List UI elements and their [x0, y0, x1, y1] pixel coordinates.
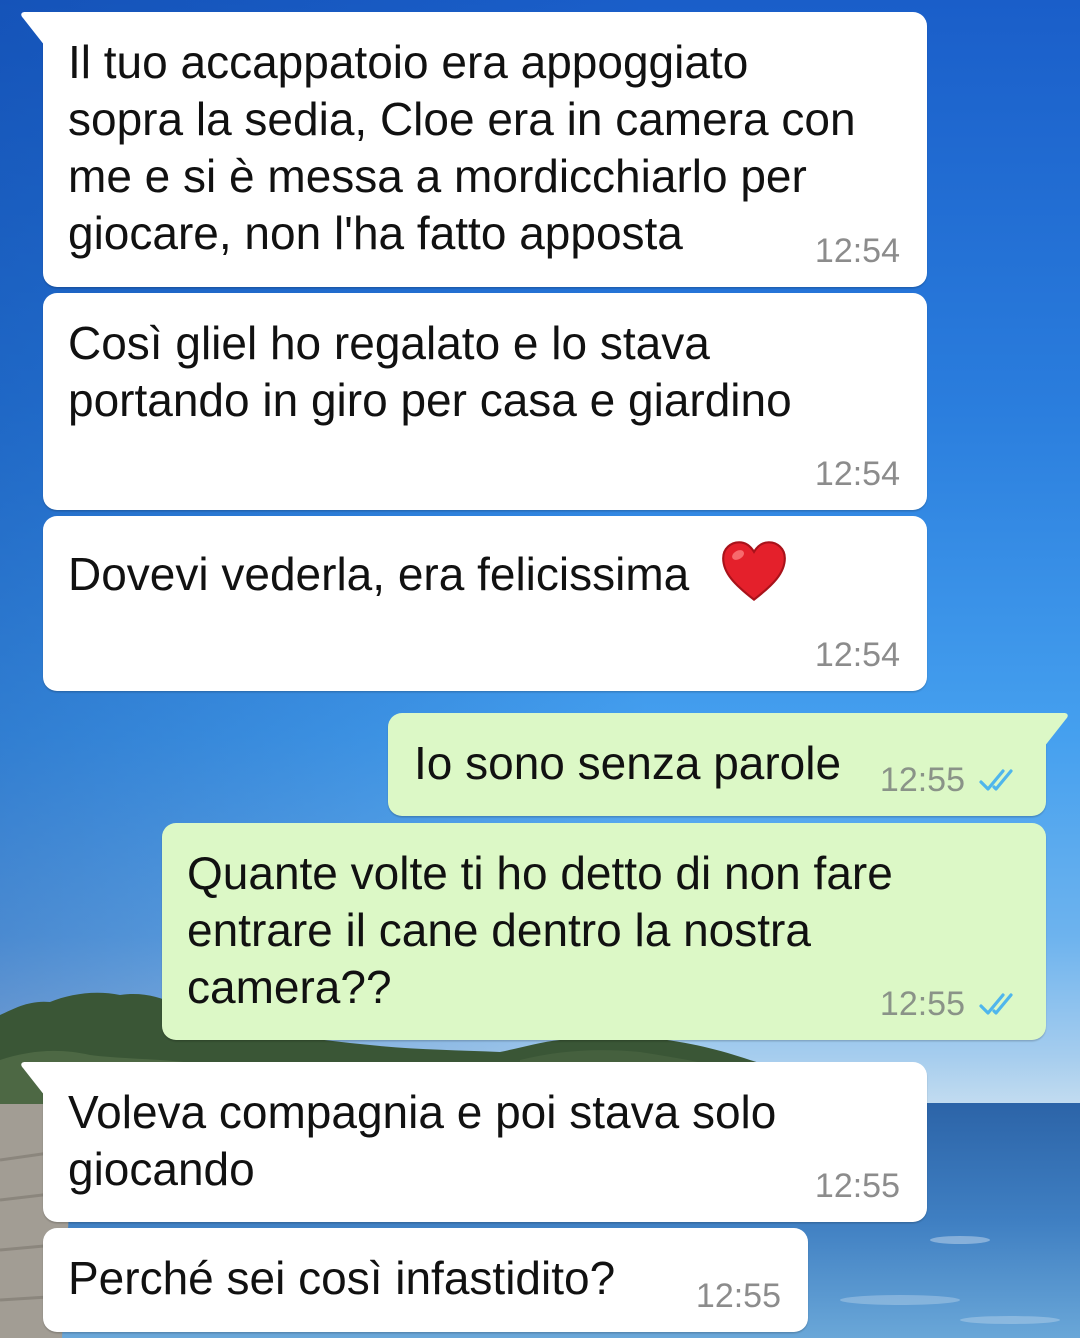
double-check-read-icon [979, 769, 1013, 791]
outgoing-message-bubble[interactable]: Io sono senza parole 12:55 [388, 713, 1068, 816]
bubble-tail [1044, 713, 1068, 747]
message-timestamp: 12:55 [695, 1277, 781, 1315]
message-timestamp: 12:55 [814, 1167, 900, 1205]
message-timestamp: 12:54 [814, 232, 900, 270]
double-check-read-icon [979, 993, 1013, 1015]
message-text: Così gliel ho regalato e lo stava portan… [68, 317, 792, 426]
incoming-message-bubble[interactable]: Dovevi vederla, era felicissima 12:54 [43, 516, 927, 691]
message-text: Quante volte ti ho detto di non fare ent… [187, 847, 893, 1013]
message-text: Il tuo accappatoio era appoggiato sopra … [68, 36, 856, 259]
bubble-tail [21, 12, 45, 46]
message-meta: 12:55 [880, 984, 1020, 1024]
message-timestamp: 12:55 [879, 761, 965, 799]
red-heart-emoji-icon [722, 541, 786, 601]
bubble-tail [21, 1062, 45, 1096]
message-text: Io sono senza parole [414, 737, 842, 789]
outgoing-message-bubble[interactable]: Quante volte ti ho detto di non fare ent… [162, 823, 1046, 1040]
incoming-message-bubble[interactable]: Voleva compagnia e poi stava solo giocan… [21, 1062, 927, 1222]
message-timestamp: 12:55 [879, 985, 965, 1023]
message-timestamp: 12:54 [814, 455, 900, 493]
message-text: Perché sei così infastidito? [68, 1252, 616, 1304]
incoming-message-bubble[interactable]: Così gliel ho regalato e lo stava portan… [43, 293, 927, 510]
incoming-message-bubble[interactable]: Perché sei così infastidito? 12:55 [43, 1228, 808, 1332]
incoming-message-bubble[interactable]: Il tuo accappatoio era appoggiato sopra … [21, 12, 927, 287]
message-timestamp: 12:54 [814, 636, 900, 674]
message-meta: 12:55 [880, 760, 1020, 800]
message-text: Voleva compagnia e poi stava solo giocan… [68, 1086, 777, 1195]
